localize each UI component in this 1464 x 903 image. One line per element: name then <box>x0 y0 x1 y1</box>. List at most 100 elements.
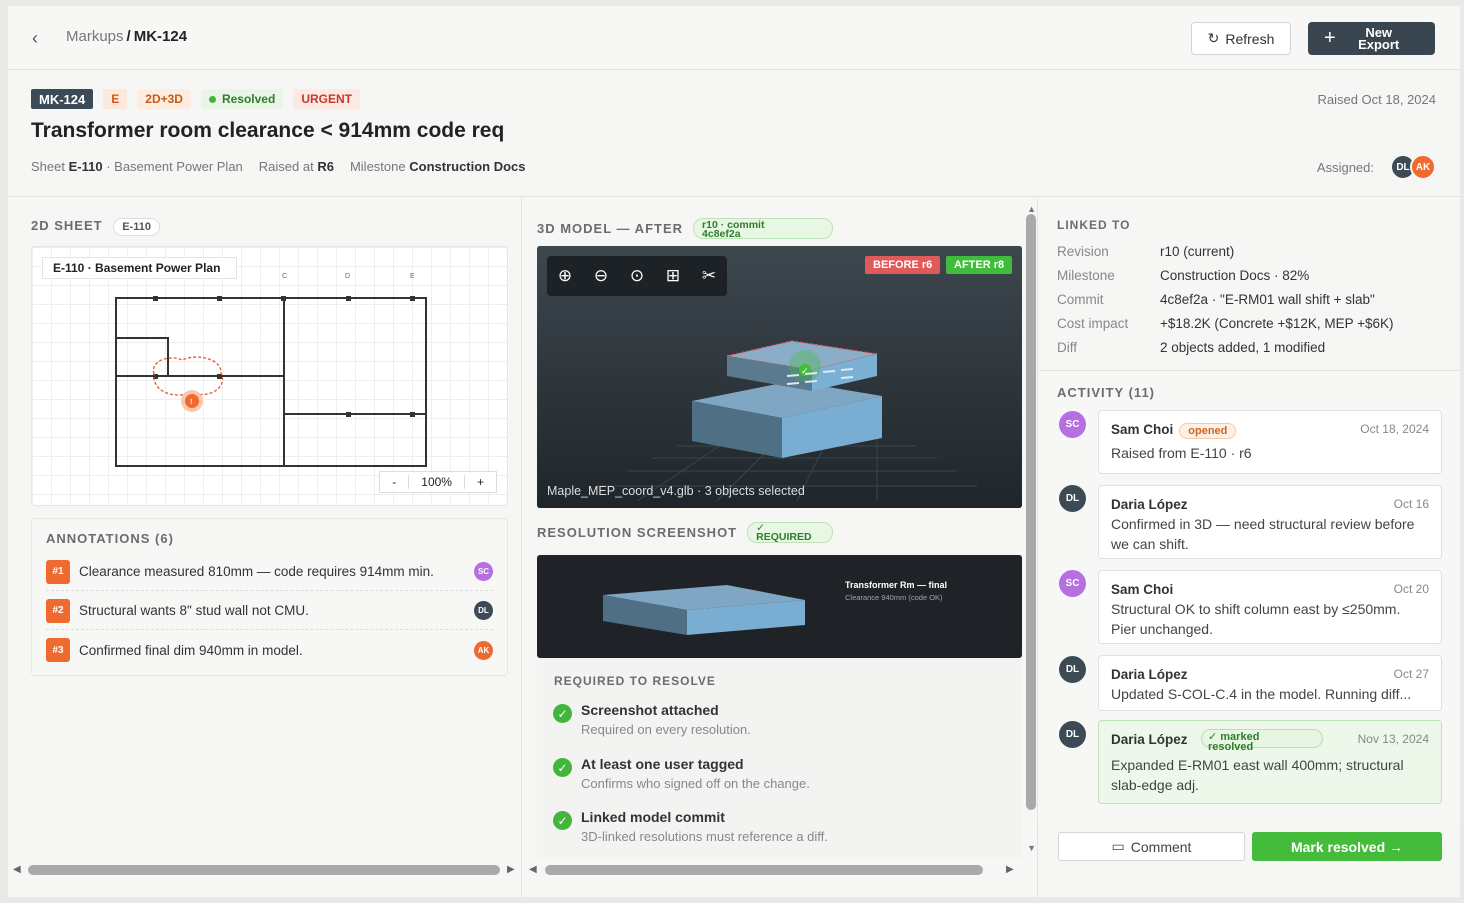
move-icon[interactable]: ⊕ <box>558 266 572 286</box>
resolution-screenshot[interactable]: Transformer Rm — final Clearance 940mm (… <box>537 555 1022 658</box>
screenshot-title: Transformer Rm — final <box>845 580 948 590</box>
requirement-title: At least one user tagged <box>581 756 744 772</box>
model-heading: 3D MODEL — AFTER r10 · commit 4c8ef2a <box>537 218 834 239</box>
milestone-value: Construction Docs <box>409 159 526 174</box>
linked-value[interactable]: 4c8ef2a · "E-RM01 wall shift + slab" <box>1160 292 1375 307</box>
annotation-text: Clearance measured 810mm — code requires… <box>79 564 434 579</box>
linked-value[interactable]: r10 (current) <box>1160 244 1234 259</box>
plus-icon: + <box>1324 27 1336 49</box>
activity-text: Structural OK to shift column east by ≤2… <box>1111 601 1401 637</box>
status-label: Resolved <box>221 92 276 106</box>
annotation-text: Confirmed final dim 940mm in model. <box>79 642 303 658</box>
annotation-number: #3 <box>46 638 70 662</box>
comment-label: Comment <box>1130 838 1192 855</box>
check-icon: ✓ <box>553 811 572 830</box>
model-viewer[interactable]: ✓ ⊕ ⊖ ⊙ ⊞ ✂ BEFORE r6 AFTER r8 Maple_MEP… <box>537 246 1022 508</box>
zoom-in-button[interactable]: + <box>465 475 496 489</box>
annotations-panel: ANNOTATIONS (6) #1 Clearance measured 81… <box>31 518 508 676</box>
annotation-item[interactable]: #1 Clearance measured 810mm — code requi… <box>46 553 493 591</box>
activity-author: Daria López <box>1111 732 1188 747</box>
mode-badge: 2D+3D <box>137 89 191 109</box>
activity-item: Daria López ✓ marked resolved Nov 13, 202… <box>1098 720 1442 804</box>
new-export-button[interactable]: + New Export <box>1308 22 1435 55</box>
activity-time: Oct 20 <box>1393 582 1429 596</box>
linked-row: Commit 4c8ef2a · "E-RM01 wall shift + sla… <box>1057 292 1447 307</box>
mark-resolved-button[interactable]: Mark resolved → <box>1252 832 1442 861</box>
linked-value[interactable]: 2 objects added, 1 modified <box>1160 340 1325 355</box>
requirement-sub: 3D-linked resolutions must reference a d… <box>581 829 828 844</box>
svg-text:!: ! <box>190 399 192 406</box>
scroll-right-icon[interactable]: ▶ <box>507 864 515 875</box>
discipline-badge: E <box>103 89 128 109</box>
refresh-button[interactable]: ↻ Refresh <box>1191 22 1291 55</box>
activity-text: Updated S-COL-C.4 in the model. Running … <box>1111 686 1412 702</box>
sheet-chip: E-110 <box>113 218 160 236</box>
linked-heading: LINKED TO <box>1057 218 1131 232</box>
raised-at-label: Raised at <box>258 159 314 174</box>
grid-label: C <box>282 273 287 280</box>
activity-item: Sam Choi opened Oct 18, 2024 Raised from … <box>1098 410 1442 474</box>
comment-button[interactable]: ▭ Comment <box>1058 832 1245 861</box>
minus-circle-icon[interactable]: ⊖ <box>594 266 608 286</box>
activity-time: Nov 13, 2024 <box>1357 732 1429 746</box>
scissors-icon[interactable]: ✂ <box>702 266 716 286</box>
activity-heading: ACTIVITY (11) <box>1057 385 1156 400</box>
zoom-out-button[interactable]: - <box>380 475 410 489</box>
scroll-right-icon[interactable]: ▶ <box>1006 864 1014 875</box>
comment-icon: ▭ <box>1111 838 1125 854</box>
model-column: 3D MODEL — AFTER r10 · commit 4c8ef2a ✓ ⊕… <box>523 198 1038 897</box>
sheet-canvas[interactable]: E-110 · Basement Power Plan C D E ! - 10… <box>31 246 508 506</box>
horizontal-scrollbar[interactable] <box>28 865 500 875</box>
refresh-label: Refresh <box>1225 30 1275 47</box>
breadcrumb-parent[interactable]: Markups <box>66 28 124 45</box>
priority-badge: URGENT <box>293 89 360 109</box>
milestone-label: Milestone <box>349 159 406 174</box>
annotation-item[interactable]: #2 Structural wants 8" stud wall not CMU… <box>46 592 493 630</box>
annotation-item[interactable]: #3 Confirmed final dim 940mm in model. A… <box>46 631 493 669</box>
activity-author: Sam Choi <box>1111 582 1174 597</box>
scroll-down-icon[interactable]: ▼ <box>1027 843 1036 853</box>
app-window: ‹ Markups / MK-124 ↻ Refresh + New Export M… <box>8 6 1460 897</box>
issue-id-badge: MK-124 <box>31 89 94 109</box>
activity-item: Daria López Oct 27 Updated S-COL-C.4 in … <box>1098 655 1442 711</box>
horizontal-scrollbar[interactable] <box>545 865 983 875</box>
requirement-item: ✓ Linked model commit 3D-linked resolutio… <box>553 809 828 844</box>
avatar: AK <box>474 640 493 660</box>
sheet-meta-value[interactable]: E-110 <box>69 159 103 174</box>
assigned-label: Assigned: <box>1316 159 1374 175</box>
model-heading-text: 3D MODEL — AFTER <box>537 221 684 236</box>
avatar: DL <box>1059 485 1086 512</box>
sheet-meta-name: · Basement Power Plan <box>106 159 243 174</box>
vertical-scrollbar[interactable] <box>1026 214 1036 810</box>
linked-key: Commit <box>1057 292 1104 307</box>
after-badge[interactable]: AFTER r8 <box>946 256 1013 274</box>
page-title: Transformer room clearance < 914mm code … <box>31 119 505 142</box>
before-badge[interactable]: BEFORE r6 <box>865 256 941 274</box>
scroll-left-icon[interactable]: ◀ <box>529 864 537 875</box>
resolved-pill-line2: resolved <box>1208 741 1254 753</box>
linked-row: Milestone Construction Docs · 82% <box>1057 268 1447 283</box>
linked-value[interactable]: Construction Docs · 82% <box>1160 268 1309 283</box>
commit-chip[interactable]: r10 · commit 4c8ef2a <box>693 218 834 239</box>
target-icon[interactable]: ⊙ <box>630 266 644 286</box>
status-badge: Resolved <box>200 89 284 109</box>
screenshot-render <box>603 585 805 635</box>
avatar: SC <box>474 562 493 581</box>
activity-time: Oct 27 <box>1393 667 1429 681</box>
sheet-column: 2D SHEET E-110 E-110 · Basement Power Pl… <box>8 198 522 897</box>
avatar: DL <box>1059 656 1086 683</box>
requirement-item: ✓ Screenshot attached Required on every r… <box>553 702 751 737</box>
grid-icon[interactable]: ⊞ <box>666 266 680 286</box>
grid-label: D <box>345 273 350 280</box>
new-export-label-2: Export <box>1358 36 1400 52</box>
model-toolbar: ⊕ ⊖ ⊙ ⊞ ✂ <box>547 256 727 296</box>
check-icon: ✓ <box>553 758 572 777</box>
plan-outline <box>115 297 427 467</box>
details-column: LINKED TO Revision r10 (current) Mileston… <box>1039 198 1460 897</box>
linked-key: Milestone <box>1057 268 1115 283</box>
scroll-up-icon[interactable]: ▲ <box>1027 204 1036 214</box>
activity-text: Raised from E-110 · r6 <box>1111 445 1252 461</box>
avatar[interactable]: AK <box>1410 154 1436 180</box>
scroll-left-icon[interactable]: ◀ <box>13 864 21 875</box>
back-arrow-icon[interactable]: ‹ <box>32 28 38 49</box>
